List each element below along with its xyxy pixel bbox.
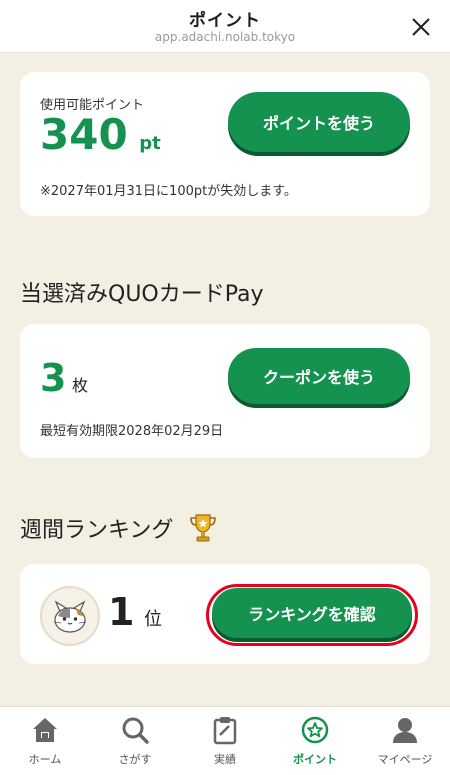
page-title: ポイント — [189, 11, 261, 31]
home-icon — [33, 718, 57, 742]
ranking-section-title: 週間ランキング — [20, 518, 174, 543]
nav-home[interactable]: ホーム — [0, 707, 90, 775]
close-button[interactable] — [406, 12, 436, 42]
ranking-position: 1 位 — [108, 590, 162, 634]
ranking-card: 1 位 ランキングを確認 — [20, 564, 430, 664]
use-coupon-button[interactable]: クーポンを使う — [228, 348, 410, 404]
star-icon — [301, 716, 329, 744]
points-number: 340 — [40, 110, 128, 159]
quo-count-number: 3 — [40, 356, 67, 400]
clipboard-icon — [213, 717, 237, 745]
check-ranking-button[interactable]: ランキングを確認 — [212, 588, 412, 638]
page-url: app.adachi.nolab.tokyo — [154, 30, 296, 44]
points-value: 340 pt — [40, 110, 161, 159]
quo-card: 3 枚 クーポンを使う 最短有効期限2028年02月29日 — [20, 324, 430, 458]
avatar — [40, 586, 100, 646]
ranking-section-header: 週間ランキング — [20, 512, 218, 546]
quo-count: 3 枚 — [40, 356, 88, 400]
points-expiry-note: ※2027年01月31日に100ptが失効します。 — [40, 184, 297, 199]
nav-achievements-label: 実績 — [214, 753, 236, 766]
ranking-unit: 位 — [144, 609, 163, 630]
nav-search[interactable]: さがす — [90, 707, 180, 775]
quo-count-unit: 枚 — [72, 376, 89, 395]
cat-avatar-icon — [53, 600, 87, 633]
quo-expiry: 最短有効期限2028年02月29日 — [40, 424, 224, 439]
nav-home-label: ホーム — [28, 753, 62, 766]
nav-search-label: さがす — [118, 753, 152, 766]
nav-points[interactable]: ポイント — [270, 707, 360, 775]
nav-achievements[interactable]: 実績 — [180, 707, 270, 775]
bottom-navigation: ホーム さがす 実績 ポイント マイページ — [0, 706, 450, 775]
app-header: ポイント app.adachi.nolab.tokyo — [0, 0, 450, 53]
quo-section-title: 当選済みQUOカードPay — [20, 282, 264, 307]
nav-mypage-label: マイページ — [377, 753, 433, 766]
ranking-number: 1 — [108, 590, 135, 634]
search-icon — [122, 717, 149, 744]
points-card: 使用可能ポイント 340 pt ポイントを使う ※2027年01月31日に100… — [20, 72, 430, 216]
close-icon — [412, 18, 430, 36]
person-icon — [393, 718, 417, 743]
points-unit: pt — [139, 133, 161, 154]
use-points-button[interactable]: ポイントを使う — [228, 92, 410, 152]
trophy-icon — [190, 514, 217, 542]
nav-mypage[interactable]: マイページ — [360, 707, 450, 775]
nav-points-label: ポイント — [293, 753, 337, 766]
